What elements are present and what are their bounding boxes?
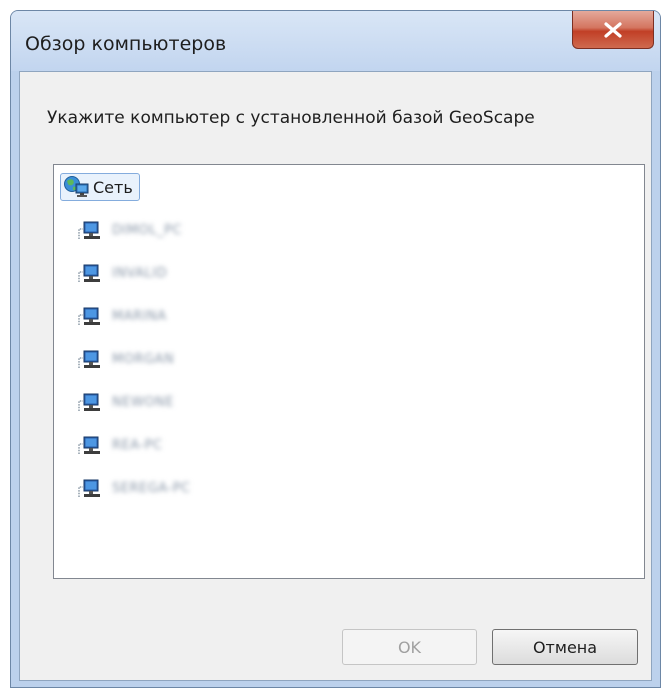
browse-computers-dialog: Обзор компьютеров Укажите компьютер с ус… xyxy=(10,10,661,688)
computer-tree[interactable]: Сеть DIMOL_PC INVALID MARINA MORGAN NEWONE RE… xyxy=(53,164,645,579)
tree-node-label: INVALID xyxy=(112,265,168,281)
computer-icon xyxy=(78,264,100,282)
tree-node-label: NEWONE xyxy=(112,394,174,410)
dialog-prompt: Укажите компьютер с установленной базой … xyxy=(47,108,535,128)
tree-node-computer[interactable]: MORGAN xyxy=(78,346,174,372)
close-button[interactable] xyxy=(572,11,654,49)
tree-node-label: DIMOL_PC xyxy=(112,222,182,238)
computer-icon xyxy=(78,479,100,497)
title-bar[interactable]: Обзор компьютеров xyxy=(11,11,660,71)
tree-node-computer[interactable]: SEREGA-PC xyxy=(78,475,191,501)
tree-node-computer[interactable]: NEWONE xyxy=(78,389,174,415)
cancel-button[interactable]: Отмена xyxy=(492,629,638,665)
ok-button[interactable]: OK xyxy=(342,629,477,665)
tree-node-computer[interactable]: MARINA xyxy=(78,303,167,329)
tree-node-computer[interactable]: INVALID xyxy=(78,260,167,286)
computer-icon xyxy=(78,393,100,411)
computer-icon xyxy=(78,221,100,239)
computer-icon xyxy=(78,350,100,368)
network-icon xyxy=(64,176,89,197)
close-icon xyxy=(604,21,622,38)
tree-node-label: REA-PC xyxy=(112,437,163,453)
computer-icon xyxy=(78,436,100,454)
tree-root-label: Сеть xyxy=(93,177,133,197)
tree-node-label: MARINA xyxy=(112,308,167,324)
tree-node-computer[interactable]: REA-PC xyxy=(78,432,162,458)
tree-node-computer[interactable]: DIMOL_PC xyxy=(78,217,182,243)
dialog-body: Укажите компьютер с установленной базой … xyxy=(19,71,652,681)
window-title: Обзор компьютеров xyxy=(25,33,227,55)
tree-node-label: MORGAN xyxy=(112,351,175,367)
tree-root-network[interactable]: Сеть xyxy=(60,173,140,201)
tree-node-label: SEREGA-PC xyxy=(112,480,191,496)
computer-icon xyxy=(78,307,100,325)
